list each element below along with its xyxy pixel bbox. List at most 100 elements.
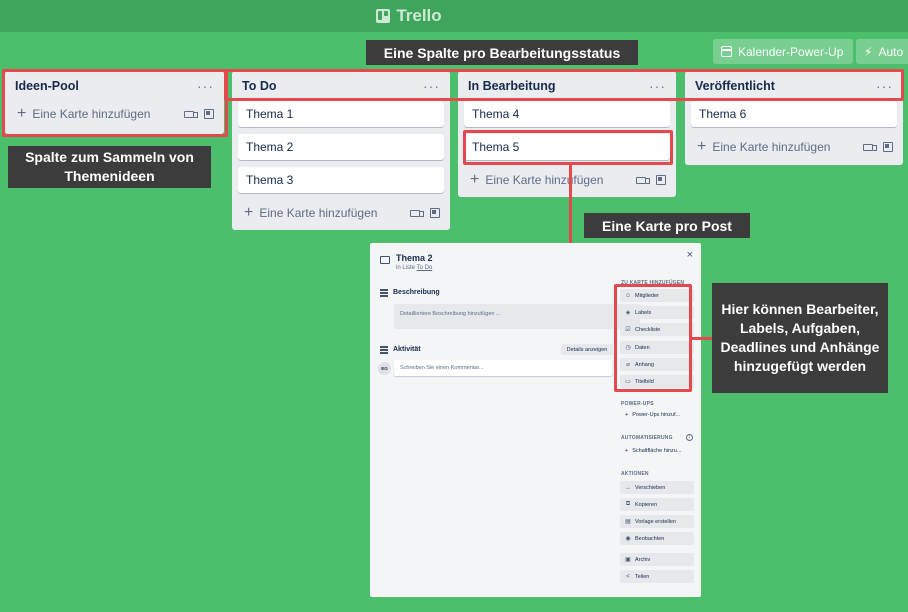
share-button[interactable]: < Teilen bbox=[620, 570, 694, 583]
list-header: Ideen-Pool ··· bbox=[5, 71, 224, 101]
list-link[interactable]: To Do bbox=[417, 265, 433, 271]
card-thema-1[interactable]: Thema 1 bbox=[238, 101, 444, 127]
watch-button[interactable]: ◉ Beobachten bbox=[620, 532, 694, 545]
callout-ideas-column: Spalte zum Sammeln von Themenideen bbox=[8, 146, 211, 188]
share-icon: < bbox=[626, 573, 630, 580]
list-menu-icon[interactable]: ··· bbox=[876, 79, 893, 93]
add-card-label: Eine Karte hinzufügen bbox=[259, 206, 378, 220]
callout-status-columns: Eine Spalte pro Bearbeitungsstatus bbox=[366, 40, 638, 65]
camera-icon[interactable] bbox=[636, 176, 650, 184]
description-section: Beschreibung bbox=[380, 289, 440, 297]
cover-button[interactable]: ▭ Titelbild bbox=[620, 375, 694, 388]
comment-input[interactable]: Schreiben Sie einen Kommentar... bbox=[394, 360, 612, 376]
copy-button[interactable]: ⧉ Kopieren bbox=[620, 498, 694, 511]
add-to-card-label: ZU KARTE HINZUFÜGEN bbox=[621, 280, 685, 286]
list-menu-icon[interactable]: ··· bbox=[197, 79, 214, 93]
add-card-row[interactable]: + Eine Karte hinzufügen bbox=[458, 167, 676, 193]
calendar-icon bbox=[721, 46, 732, 57]
powerups-label: POWER-UPS bbox=[621, 401, 654, 407]
automation-label: Auto bbox=[878, 44, 904, 59]
template-icon: ▤ bbox=[625, 519, 631, 525]
camera-icon[interactable] bbox=[863, 143, 877, 151]
paperclip-icon: ⌀ bbox=[626, 362, 630, 368]
template-icon[interactable] bbox=[883, 142, 893, 152]
copy-icon: ⧉ bbox=[625, 501, 631, 507]
callout-card-features: Hier können Bearbeiter, Labels, Aufgaben… bbox=[712, 283, 888, 393]
tag-icon: ◈ bbox=[625, 310, 631, 316]
list-title[interactable]: To Do bbox=[242, 79, 276, 93]
template-icon[interactable] bbox=[204, 109, 214, 119]
camera-icon[interactable] bbox=[410, 209, 424, 217]
add-button-button[interactable]: + Schaltfläche hinzu... bbox=[620, 448, 681, 454]
add-card-row[interactable]: + Eine Karte hinzufügen bbox=[5, 101, 224, 127]
person-icon: ☺ bbox=[625, 292, 632, 299]
members-button[interactable]: ☺ Mitglieder bbox=[620, 289, 694, 302]
dates-button[interactable]: ◷ Daten bbox=[620, 341, 694, 354]
add-card-row[interactable]: + Eine Karte hinzufügen bbox=[685, 134, 903, 160]
list-header: To Do ··· bbox=[232, 71, 450, 101]
add-card-label: Eine Karte hinzufügen bbox=[485, 173, 604, 187]
description-icon bbox=[380, 289, 388, 297]
list-menu-icon[interactable]: ··· bbox=[423, 79, 440, 93]
list-menu-icon[interactable]: ··· bbox=[649, 79, 666, 93]
checklist-icon: ☑ bbox=[625, 327, 631, 333]
show-details-button[interactable]: Details anzeigen bbox=[561, 344, 613, 355]
plus-icon: + bbox=[625, 448, 629, 454]
card-thema-6[interactable]: Thema 6 bbox=[691, 101, 897, 127]
avatar[interactable]: EG bbox=[378, 362, 391, 375]
actions-label: AKTIONEN bbox=[621, 471, 649, 477]
move-button[interactable]: → Verschieben bbox=[620, 481, 694, 494]
add-card-label: Eine Karte hinzufügen bbox=[712, 140, 831, 154]
list-in-bearbeitung: In Bearbeitung ··· Thema 4 Thema 5 + Eine… bbox=[458, 71, 676, 197]
card-thema-3[interactable]: Thema 3 bbox=[238, 167, 444, 193]
template-icon[interactable] bbox=[430, 208, 440, 218]
connector-line bbox=[692, 337, 712, 340]
eye-icon: ◉ bbox=[625, 536, 631, 542]
description-title: Beschreibung bbox=[393, 289, 440, 297]
automation-button[interactable]: ⚡ Auto bbox=[856, 39, 908, 64]
trello-logo[interactable]: Trello bbox=[376, 6, 442, 26]
add-card-label: Eine Karte hinzufügen bbox=[32, 107, 151, 121]
modal-header: Thema 2 in Liste To Do bbox=[380, 253, 433, 271]
clock-icon: ◷ bbox=[625, 345, 631, 351]
automation-label: AUTOMATISIERUNG bbox=[621, 435, 673, 441]
calendar-powerup-label: Kalender-Power-Up bbox=[738, 44, 844, 59]
bolt-icon: ⚡ bbox=[864, 44, 873, 59]
card-thema-5[interactable]: Thema 5 bbox=[464, 134, 670, 160]
list-header: In Bearbeitung ··· bbox=[458, 71, 676, 101]
add-powerups-button[interactable]: + Power-Ups hinzuf... bbox=[620, 412, 680, 418]
list-title[interactable]: Ideen-Pool bbox=[15, 79, 79, 93]
list-ideen-pool: Ideen-Pool ··· + Eine Karte hinzufügen bbox=[5, 71, 224, 134]
top-bar: Trello bbox=[0, 0, 908, 32]
close-icon[interactable]: × bbox=[687, 249, 693, 261]
modal-title[interactable]: Thema 2 bbox=[396, 253, 433, 263]
modal-list-info: in Liste To Do bbox=[396, 265, 433, 271]
app-title: Trello bbox=[396, 6, 442, 25]
list-veroeffentlicht: Veröffentlicht ··· Thema 6 + Eine Karte h… bbox=[685, 71, 903, 165]
plus-icon: + bbox=[244, 204, 254, 221]
template-icon[interactable] bbox=[656, 175, 666, 185]
trello-icon bbox=[376, 9, 391, 23]
image-icon: ▭ bbox=[625, 379, 631, 385]
card-icon bbox=[380, 256, 390, 264]
plus-icon: + bbox=[625, 412, 629, 418]
activity-icon bbox=[380, 346, 388, 354]
list-title[interactable]: In Bearbeitung bbox=[468, 79, 556, 93]
plus-icon: + bbox=[17, 105, 27, 122]
activity-title: Aktivität bbox=[393, 346, 421, 354]
activity-section: Aktivität bbox=[380, 346, 421, 354]
arrow-right-icon: → bbox=[625, 484, 631, 491]
list-title[interactable]: Veröffentlicht bbox=[695, 79, 775, 93]
add-card-row[interactable]: + Eine Karte hinzufügen bbox=[232, 200, 450, 226]
card-thema-2[interactable]: Thema 2 bbox=[238, 134, 444, 160]
archive-button[interactable]: ▣ Archiv bbox=[620, 553, 694, 566]
calendar-powerup-button[interactable]: Kalender-Power-Up bbox=[713, 39, 853, 64]
checklist-button[interactable]: ☑ Checkliste bbox=[620, 323, 694, 336]
description-field[interactable]: Detailliertere Beschreibung hinzufügen .… bbox=[394, 304, 640, 329]
info-icon[interactable]: i bbox=[686, 434, 693, 441]
camera-icon[interactable] bbox=[184, 110, 198, 118]
make-template-button[interactable]: ▤ Vorlage erstellen bbox=[620, 515, 694, 528]
labels-button[interactable]: ◈ Labels bbox=[620, 306, 694, 319]
card-thema-4[interactable]: Thema 4 bbox=[464, 101, 670, 127]
attachment-button[interactable]: ⌀ Anhang bbox=[620, 358, 694, 371]
